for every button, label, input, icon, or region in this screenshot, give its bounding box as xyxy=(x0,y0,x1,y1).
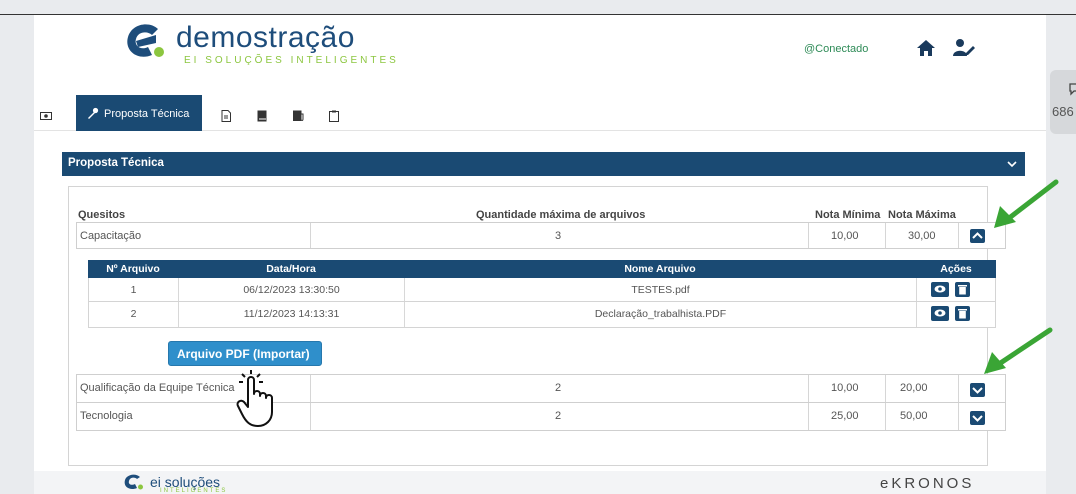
home-icon[interactable] xyxy=(916,38,936,58)
document-icon[interactable] xyxy=(220,110,232,122)
row-qtd: 2 xyxy=(555,382,562,394)
row-min: 10,00 xyxy=(831,230,859,242)
file-num: 1 xyxy=(130,284,137,296)
row-name: Qualificação da Equipe Técnica xyxy=(80,382,235,394)
header: demostração EI SOLUÇÕES INTELIGENTES @Co… xyxy=(34,15,1046,83)
criteria-row: Tecnologia 2 25,00 50,00 xyxy=(76,402,1006,431)
file-date: 11/12/2023 14:13:31 xyxy=(243,308,340,320)
file-date: 06/12/2023 13:30:50 xyxy=(243,284,340,296)
criteria-row: Capacitação 3 10,00 30,00 xyxy=(76,222,1006,249)
connection-status: @Conectado xyxy=(804,43,869,55)
collapse-button[interactable] xyxy=(970,229,985,243)
col-qtd-max: Quantidade máxima de arquivos xyxy=(476,209,646,221)
expand-button[interactable] xyxy=(970,411,985,425)
file-row: 2 11/12/2023 14:13:31 Declaração_trabalh… xyxy=(88,302,996,328)
col-quesitos: Quesitos xyxy=(78,209,126,221)
file-row: 1 06/12/2023 13:30:50 TESTES.pdf xyxy=(88,278,996,302)
tab-label: Proposta Técnica xyxy=(104,108,190,120)
file-num: 2 xyxy=(130,308,137,320)
row-min: 25,00 xyxy=(831,410,859,422)
expand-button[interactable] xyxy=(970,383,985,397)
user-edit-icon[interactable] xyxy=(952,38,976,58)
footer-logo-icon xyxy=(124,474,143,490)
eye-icon xyxy=(934,285,946,293)
row-name: Capacitação xyxy=(80,230,142,242)
side-chat-count: 686 xyxy=(1052,104,1074,119)
file-name: Declaração_trabalhista.PDF xyxy=(594,308,727,320)
eye-icon xyxy=(934,309,946,317)
tab-proposta-tecnica[interactable]: Proposta Técnica xyxy=(76,95,202,133)
row-max: 50,00 xyxy=(900,410,928,422)
criteria-row: Qualificação da Equipe Técnica 2 10,00 2… xyxy=(76,374,1006,403)
delete-button[interactable] xyxy=(955,282,970,297)
chevron-up-icon xyxy=(972,232,983,239)
files-table-header: Nº Arquivo Data/Hora Nome Arquivo Ações xyxy=(88,260,996,278)
side-chat-tab[interactable] xyxy=(1050,70,1076,134)
scroll-icon[interactable] xyxy=(292,110,304,122)
row-name: Tecnologia xyxy=(80,410,133,422)
row-max: 30,00 xyxy=(908,230,936,242)
arrow-annotation-icon xyxy=(984,327,1053,374)
th-name: Nome Arquivo xyxy=(624,263,696,275)
th-num: Nº Arquivo xyxy=(106,263,160,275)
chevron-down-icon xyxy=(972,415,983,422)
row-min: 10,00 xyxy=(831,382,859,394)
import-pdf-button[interactable]: Arquivo PDF (Importar) xyxy=(168,341,322,366)
th-date: Data/Hora xyxy=(266,263,316,275)
money-icon[interactable] xyxy=(40,110,52,122)
col-nota-min: Nota Mínima xyxy=(815,209,881,221)
footer-tagline: INTELIGENTES xyxy=(160,488,228,494)
brand-logo-icon xyxy=(127,24,164,57)
clipboard-icon[interactable] xyxy=(328,110,340,122)
trash-icon xyxy=(958,309,967,319)
row-qtd: 3 xyxy=(555,230,562,242)
brand-tagline: EI SOLUÇÕES INTELIGENTES xyxy=(184,55,399,66)
delete-button[interactable] xyxy=(955,306,970,321)
row-qtd: 2 xyxy=(555,410,562,422)
chevron-down-icon[interactable] xyxy=(1007,159,1017,169)
chevron-down-icon xyxy=(972,387,983,394)
th-actions: Ações xyxy=(940,263,972,275)
page: demostração EI SOLUÇÕES INTELIGENTES @Co… xyxy=(0,0,1076,494)
view-button[interactable] xyxy=(931,306,949,321)
file-name: TESTES.pdf xyxy=(631,284,690,296)
chat-icon xyxy=(1069,83,1076,96)
arrow-annotation-icon xyxy=(994,179,1059,228)
import-pdf-label: Arquivo PDF (Importar) xyxy=(177,347,310,361)
section-header[interactable]: Proposta Técnica xyxy=(62,152,1025,176)
book-icon[interactable] xyxy=(256,110,268,122)
section-title: Proposta Técnica xyxy=(68,157,164,169)
row-max: 20,00 xyxy=(900,382,928,394)
wrench-icon xyxy=(88,107,99,119)
brand-name: demostração xyxy=(176,21,355,54)
view-button[interactable] xyxy=(931,282,949,297)
ekronos-logo: eKRONOS xyxy=(880,475,975,492)
trash-icon xyxy=(958,285,967,295)
hand-pointer-icon xyxy=(236,370,273,427)
col-nota-max: Nota Máxima xyxy=(888,209,956,221)
